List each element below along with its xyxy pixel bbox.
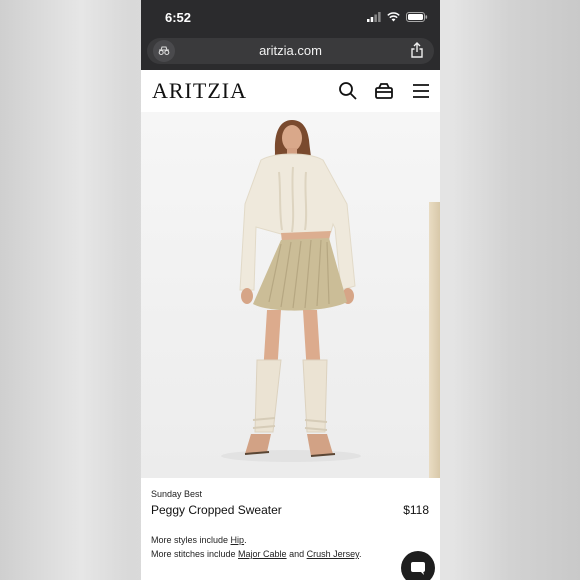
product-name[interactable]: Peggy Cropped Sweater [151, 503, 282, 517]
next-product-image-peek[interactable] [429, 202, 440, 478]
battery-icon [406, 12, 428, 22]
status-bar: 6:52 [141, 0, 440, 36]
more-stitches-line: More stitches include Major Cable and Cr… [151, 549, 361, 559]
product-info: Sunday Best Peggy Cropped Sweater $118 M… [141, 478, 440, 580]
address-bar[interactable]: aritzia.com [147, 38, 434, 64]
menu-icon[interactable] [411, 81, 431, 101]
style-link-hip[interactable]: Hip [231, 535, 245, 545]
stitch-link-crush-jersey[interactable]: Crush Jersey [307, 549, 359, 559]
url-text[interactable]: aritzia.com [147, 43, 434, 58]
model-photo [221, 120, 361, 462]
status-icons [367, 12, 428, 22]
stitch-link-major-cable[interactable]: Major Cable [238, 549, 287, 559]
more-styles-line: More styles include Hip. [151, 535, 247, 545]
share-icon[interactable] [410, 42, 424, 62]
product-price: $118 [403, 503, 429, 517]
more-styles-suffix: . [244, 535, 247, 545]
chat-icon [411, 562, 425, 575]
wifi-icon [387, 12, 400, 22]
browser-toolbar: aritzia.com [141, 36, 440, 70]
phone-screen: 6:52 aritzia.com ARITZIA Sunday Best Peg… [141, 0, 440, 580]
more-styles-prefix: More styles include [151, 535, 231, 545]
site-header: ARITZIA [141, 70, 440, 112]
bag-icon[interactable] [374, 81, 394, 101]
more-stitches-prefix: More stitches include [151, 549, 239, 559]
aritzia-logo[interactable]: ARITZIA [152, 78, 247, 104]
chat-button[interactable] [401, 551, 435, 580]
more-stitches-suffix: . [358, 549, 362, 559]
status-time: 6:52 [165, 10, 192, 25]
product-image[interactable] [141, 112, 440, 478]
signal-icon [367, 12, 381, 22]
more-stitches-join: and [286, 549, 307, 559]
product-brand[interactable]: Sunday Best [151, 489, 202, 499]
search-icon[interactable] [338, 81, 358, 101]
